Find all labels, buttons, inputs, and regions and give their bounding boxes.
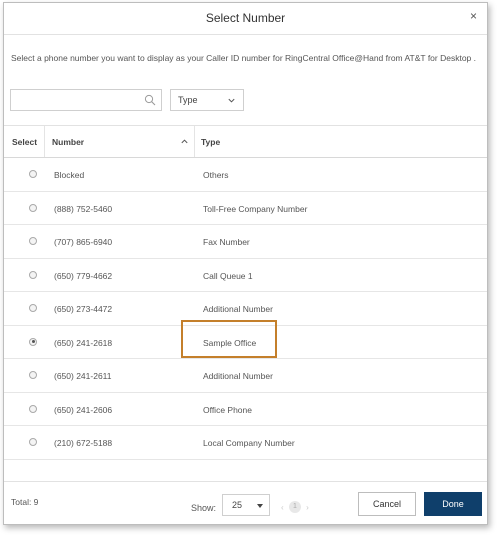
type-filter-label: Type	[178, 95, 198, 105]
dialog-titlebar: Select Number ×	[4, 3, 487, 35]
page-number-button[interactable]: 1	[288, 501, 301, 513]
cell-number: (650) 241-2611	[54, 371, 112, 381]
cell-number: (650) 241-2606	[54, 404, 113, 415]
dialog-title: Select Number	[205, 11, 286, 25]
table-row[interactable]: (650) 241-2611 Additional Number	[4, 359, 487, 393]
row-radio-selected[interactable]	[29, 337, 37, 346]
dialog-footer: Total: 9 Show: 25 ‹ 1 › Cancel Done	[4, 481, 487, 526]
cancel-button[interactable]: Cancel	[358, 492, 416, 516]
column-header-number[interactable]: Number	[52, 137, 84, 147]
search-input[interactable]	[15, 91, 147, 111]
prev-page-icon[interactable]: ‹	[281, 503, 284, 512]
cell-number: (650) 779-4662	[54, 270, 113, 281]
chevron-down-icon	[228, 98, 235, 103]
page-size-select[interactable]: 25	[222, 494, 270, 516]
row-radio[interactable]	[29, 404, 37, 413]
row-radio[interactable]	[29, 203, 37, 212]
cell-type: Toll-Free Company Number	[203, 203, 308, 214]
search-box	[10, 89, 162, 111]
table-row[interactable]: (650) 273-4472 Additional Number	[4, 292, 487, 326]
type-filter-dropdown[interactable]: Type	[170, 89, 244, 111]
show-label: Show:	[191, 503, 217, 513]
cell-type: Fax Number	[203, 237, 250, 247]
next-page-icon[interactable]: ›	[306, 503, 309, 512]
cell-type: Local Company Number	[203, 438, 295, 448]
cell-number: Blocked	[54, 170, 85, 180]
cell-type: Others	[203, 170, 229, 180]
table-row[interactable]: (210) 672-5188 Local Company Number	[4, 426, 487, 460]
cell-number: (210) 672-5188	[54, 438, 113, 448]
page-size-value: 25	[232, 500, 243, 510]
row-radio[interactable]	[29, 270, 37, 279]
table-row-selected[interactable]: (650) 241-2618 Sample Office	[4, 326, 487, 359]
table-row[interactable]: (650) 241-2606 Office Phone	[4, 393, 487, 426]
sort-ascending-icon[interactable]	[180, 137, 189, 146]
cell-number: (888) 752-5460	[54, 203, 113, 214]
close-icon[interactable]: ×	[470, 9, 477, 23]
row-radio[interactable]	[29, 237, 37, 245]
row-radio[interactable]	[29, 371, 37, 379]
dialog-description: Select a phone number you want to displa…	[11, 53, 477, 63]
table-row[interactable]: Blocked Others	[4, 158, 487, 192]
table-row[interactable]: (650) 779-4662 Call Queue 1	[4, 259, 487, 292]
table-row[interactable]: (707) 865-6940 Fax Number	[4, 225, 487, 259]
cell-type: Additional Number	[203, 371, 273, 381]
column-divider	[44, 126, 45, 157]
table-header: Select Number Type	[4, 126, 487, 158]
table-row[interactable]: (888) 752-5460 Toll-Free Company Number	[4, 192, 487, 225]
search-icon[interactable]	[144, 94, 156, 106]
cell-type: Sample Office	[203, 337, 257, 348]
cell-number: (650) 241-2618	[54, 337, 113, 348]
column-divider	[194, 126, 195, 157]
cell-number: (650) 273-4472	[54, 304, 113, 314]
cell-number: (707) 865-6940	[54, 237, 113, 247]
numbers-table: Select Number Type Blocked Others (888) …	[4, 125, 487, 460]
row-radio[interactable]	[29, 438, 37, 446]
column-header-type: Type	[201, 137, 221, 147]
done-button[interactable]: Done	[424, 492, 482, 516]
row-radio[interactable]	[29, 304, 37, 312]
pagination: ‹ 1 ›	[281, 501, 309, 513]
cell-type: Additional Number	[203, 304, 273, 314]
select-number-dialog: Select Number × Select a phone number yo…	[3, 2, 488, 525]
cell-type: Office Phone	[203, 404, 252, 415]
cell-type: Call Queue 1	[203, 270, 253, 281]
total-count: Total: 9	[11, 497, 39, 507]
row-radio[interactable]	[29, 170, 37, 178]
column-header-select: Select	[12, 137, 38, 147]
caret-down-icon	[257, 504, 263, 508]
